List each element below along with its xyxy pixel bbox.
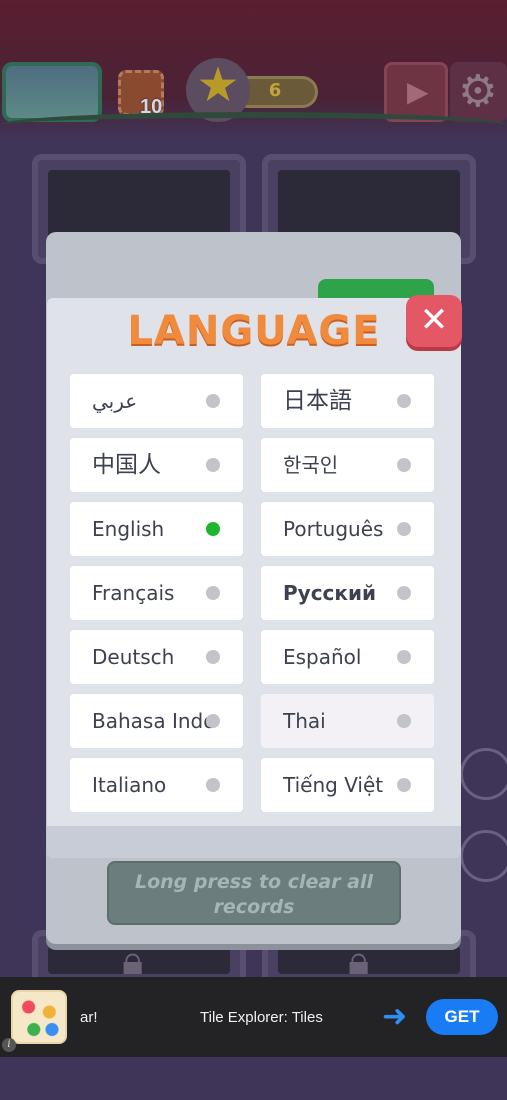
unselected-indicator bbox=[397, 586, 411, 600]
language-label: Français bbox=[92, 581, 175, 605]
unselected-indicator bbox=[397, 650, 411, 664]
unselected-indicator bbox=[397, 522, 411, 536]
language-option[interactable]: Русский bbox=[261, 566, 434, 620]
language-grid: عربي 日本語中国人 한국인 English Português Français Рус… bbox=[70, 374, 434, 812]
unselected-indicator bbox=[206, 778, 220, 792]
language-label: Deutsch bbox=[92, 645, 175, 669]
ad-tagline: ar! bbox=[80, 1009, 98, 1026]
ad-app-icon[interactable] bbox=[11, 990, 67, 1044]
language-option[interactable]: 中国人 bbox=[70, 438, 243, 492]
unselected-indicator bbox=[206, 458, 220, 472]
event-thumbnail[interactable] bbox=[2, 62, 102, 122]
unselected-indicator bbox=[397, 394, 411, 408]
language-label: Русский bbox=[283, 581, 377, 605]
selected-indicator bbox=[206, 522, 220, 536]
language-label: 한국인 bbox=[283, 453, 339, 477]
language-option[interactable]: Tiếng Việt bbox=[261, 758, 434, 812]
language-label: Italiano bbox=[92, 773, 167, 797]
garland-decoration bbox=[0, 112, 507, 138]
language-option[interactable]: English bbox=[70, 502, 243, 556]
language-option[interactable]: 한국인 bbox=[261, 438, 434, 492]
language-label: Español bbox=[283, 645, 362, 669]
language-label: Thai bbox=[283, 709, 326, 733]
close-icon: ✕ bbox=[419, 300, 449, 340]
unselected-indicator bbox=[206, 586, 220, 600]
dialog-title: LANGUAGE bbox=[127, 308, 381, 354]
language-option[interactable]: Bahasa Indo bbox=[70, 694, 243, 748]
unselected-indicator bbox=[397, 714, 411, 728]
unselected-indicator bbox=[206, 714, 220, 728]
video-ad-icon: ▶ bbox=[407, 75, 429, 108]
unselected-indicator bbox=[397, 778, 411, 792]
video-ad-button[interactable]: ▶ bbox=[384, 62, 448, 122]
language-option[interactable]: 日本語 bbox=[261, 374, 434, 428]
language-option[interactable]: Français bbox=[70, 566, 243, 620]
language-label: Português bbox=[283, 517, 384, 541]
language-label: 日本語 bbox=[283, 388, 352, 414]
unselected-indicator bbox=[206, 394, 220, 408]
language-label: Tiếng Việt bbox=[283, 773, 384, 797]
dialog-footer bbox=[47, 826, 461, 858]
side-decoration bbox=[460, 830, 507, 882]
language-option[interactable]: Thai bbox=[261, 694, 434, 748]
language-label: 中国人 bbox=[92, 452, 161, 478]
language-option[interactable]: Deutsch bbox=[70, 630, 243, 684]
close-button[interactable]: ✕ bbox=[406, 295, 462, 347]
language-label: Bahasa Indo bbox=[92, 709, 216, 733]
language-option[interactable]: Português bbox=[261, 502, 434, 556]
language-option[interactable]: عربي bbox=[70, 374, 243, 428]
arrow-right-icon: ➜ bbox=[382, 999, 408, 1034]
settings-button[interactable]: ⚙ bbox=[450, 62, 507, 122]
unselected-indicator bbox=[397, 458, 411, 472]
ad-info-icon[interactable]: i bbox=[2, 1038, 16, 1052]
gear-icon: ⚙ bbox=[458, 66, 498, 117]
language-option[interactable]: Español bbox=[261, 630, 434, 684]
bottom-strip bbox=[0, 1057, 507, 1100]
ad-app-title: Tile Explorer: Tiles bbox=[200, 1009, 323, 1026]
star-icon: ★ bbox=[196, 57, 240, 113]
unselected-indicator bbox=[206, 650, 220, 664]
star-count: 6 bbox=[268, 80, 282, 101]
language-label: English bbox=[92, 517, 165, 541]
language-option[interactable]: Italiano bbox=[70, 758, 243, 812]
language-label: عربي bbox=[92, 389, 138, 413]
side-decoration bbox=[460, 748, 507, 800]
clear-records-button[interactable]: Long press to clear all records bbox=[107, 861, 401, 925]
ad-get-button[interactable]: GET bbox=[426, 999, 498, 1035]
